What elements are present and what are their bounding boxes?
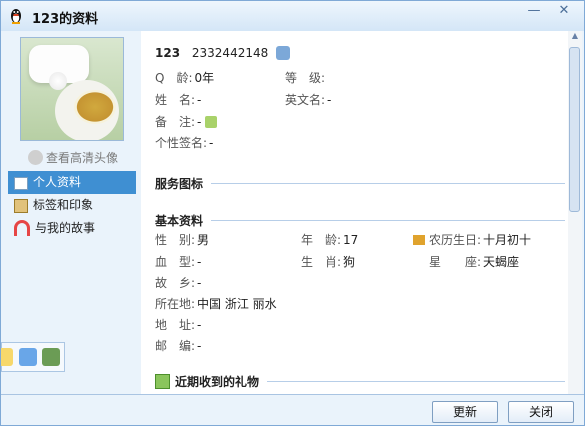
signature-value: - bbox=[209, 136, 214, 150]
blood-value: - bbox=[197, 255, 202, 269]
close-button[interactable]: 关闭 bbox=[508, 401, 574, 423]
blood-row: 血 型: - bbox=[155, 253, 201, 271]
sidebar: 查看高清头像 个人资料 标签和印象 与我的故事 bbox=[1, 31, 141, 394]
age-row: 年 龄: 17 bbox=[301, 231, 358, 249]
postcode-label: 邮 编: bbox=[155, 339, 196, 353]
level-label: 等 级: bbox=[285, 71, 326, 85]
profile-icon[interactable] bbox=[276, 46, 291, 60]
tool-strip bbox=[1, 342, 65, 372]
profile-window: 123的资料 — ✕ 查看高清头像 个人资料 标签和印象 与我的故事 123 2… bbox=[0, 0, 585, 426]
english-name-value: - bbox=[327, 93, 332, 107]
title-bar: 123的资料 — ✕ bbox=[1, 1, 584, 31]
profile-content: 123 2332442148 Q 龄: 0年 等 级: 姓 名: - 英文名: - 备… bbox=[141, 31, 570, 394]
lunar-birthday-label: 农历生日: bbox=[429, 233, 482, 247]
q-age-row: Q 龄: 0年 bbox=[155, 69, 214, 87]
zodiac-row: 生 肖: 狗 bbox=[301, 253, 355, 271]
hometown-label: 故 乡: bbox=[155, 276, 196, 290]
postcode-row: 邮 编: - bbox=[155, 337, 201, 355]
recent-gifts-label: 近期收到的礼物 bbox=[175, 375, 260, 389]
constellation-label: 星 座: bbox=[429, 255, 482, 269]
q-age-value: 0年 bbox=[194, 71, 215, 85]
section-title-recent-gifts: 近期收到的礼物 bbox=[155, 373, 268, 390]
avatar-tea-cup bbox=[74, 90, 116, 124]
update-button[interactable]: 更新 bbox=[432, 401, 498, 423]
section-divider bbox=[155, 220, 565, 221]
sidebar-item-label: 标签和印象 bbox=[33, 198, 94, 212]
lunar-birthday-row: 农历生日: 十月初十 bbox=[413, 231, 531, 249]
zodiac-value: 狗 bbox=[343, 255, 356, 269]
sidebar-nav: 个人资料 标签和印象 与我的故事 bbox=[8, 171, 136, 240]
gender-value: 男 bbox=[197, 233, 210, 247]
avatar[interactable] bbox=[20, 37, 124, 141]
address-value: - bbox=[197, 318, 202, 332]
nickname: 123 bbox=[155, 46, 181, 60]
hometown-row: 故 乡: - bbox=[155, 274, 201, 292]
qq-number: 2332442148 bbox=[191, 46, 269, 60]
postcode-value: - bbox=[197, 339, 202, 353]
edit-remark-icon[interactable] bbox=[205, 116, 218, 128]
section-recent-gifts: 近期收到的礼物 bbox=[155, 373, 565, 391]
gift-icon bbox=[155, 374, 170, 389]
constellation-row: 星 座: 天蝎座 bbox=[429, 253, 519, 271]
sidebar-item-label: 与我的故事 bbox=[35, 221, 96, 235]
location-row: 所在地: 中国 浙江 丽水 bbox=[155, 295, 277, 313]
sidebar-item-profile[interactable]: 个人资料 bbox=[8, 171, 136, 194]
user-id-row: 123 2332442148 bbox=[155, 46, 291, 60]
remark-row: 备 注: - bbox=[155, 113, 218, 131]
blood-label: 血 型: bbox=[155, 255, 196, 269]
lunar-birthday-value: 十月初十 bbox=[483, 233, 532, 247]
section-service-icons: 服务图标 bbox=[155, 175, 565, 193]
section-basic-info: 基本资料 bbox=[155, 212, 565, 230]
age-label: 年 龄: bbox=[301, 233, 342, 247]
signature-label: 个性签名: bbox=[155, 136, 208, 150]
gender-row: 性 别: 男 bbox=[155, 231, 209, 249]
q-age-label: Q 龄: bbox=[155, 71, 193, 85]
address-label: 地 址: bbox=[155, 318, 196, 332]
scroll-up-arrow-icon[interactable]: ▲ bbox=[568, 31, 582, 45]
magnifier-icon bbox=[28, 150, 43, 165]
section-divider bbox=[155, 183, 565, 184]
tag-icon bbox=[14, 199, 28, 213]
location-label: 所在地: bbox=[155, 297, 196, 311]
section-title-service-icons: 服务图标 bbox=[155, 175, 212, 192]
hometown-value: - bbox=[197, 276, 202, 290]
sidebar-item-tags[interactable]: 标签和印象 bbox=[8, 194, 136, 217]
rainbow-icon bbox=[14, 220, 30, 236]
age-value: 17 bbox=[343, 233, 359, 247]
signature-row: 个性签名: - bbox=[155, 134, 213, 152]
location-value: 中国 浙江 丽水 bbox=[197, 297, 277, 311]
profile-card-icon bbox=[14, 177, 28, 190]
sidebar-item-label: 个人资料 bbox=[33, 175, 82, 189]
remark-label: 备 注: bbox=[155, 115, 196, 129]
name-value: - bbox=[197, 93, 202, 107]
footer-bar: 更新 关闭 bbox=[1, 394, 584, 425]
section-title-basic-info: 基本资料 bbox=[155, 212, 212, 229]
close-window-button[interactable]: ✕ bbox=[551, 4, 577, 20]
image-tool-icon[interactable] bbox=[42, 348, 60, 366]
remark-value: - bbox=[197, 115, 202, 129]
scroll-thumb[interactable] bbox=[569, 47, 580, 212]
english-name-label: 英文名: bbox=[285, 93, 326, 107]
name-row: 姓 名: - bbox=[155, 91, 201, 109]
vip-crown-icon bbox=[413, 235, 425, 245]
address-row: 地 址: - bbox=[155, 316, 201, 334]
qq-penguin-icon bbox=[11, 9, 21, 24]
vertical-scrollbar[interactable]: ▲ bbox=[568, 31, 582, 394]
view-hd-avatar-link[interactable]: 查看高清头像 bbox=[28, 149, 140, 167]
search-tool-icon[interactable] bbox=[19, 348, 37, 366]
edit-tool-icon[interactable] bbox=[1, 348, 13, 366]
window-title: 123的资料 bbox=[32, 12, 99, 27]
view-hd-avatar-label: 查看高清头像 bbox=[46, 151, 119, 165]
minimize-button[interactable]: — bbox=[524, 4, 544, 20]
zodiac-label: 生 肖: bbox=[301, 255, 342, 269]
english-name-row: 英文名: - bbox=[285, 91, 331, 109]
sidebar-item-story[interactable]: 与我的故事 bbox=[8, 217, 136, 240]
gender-label: 性 别: bbox=[155, 233, 196, 247]
name-label: 姓 名: bbox=[155, 93, 196, 107]
constellation-value: 天蝎座 bbox=[483, 255, 520, 269]
level-row: 等 级: bbox=[285, 69, 325, 87]
